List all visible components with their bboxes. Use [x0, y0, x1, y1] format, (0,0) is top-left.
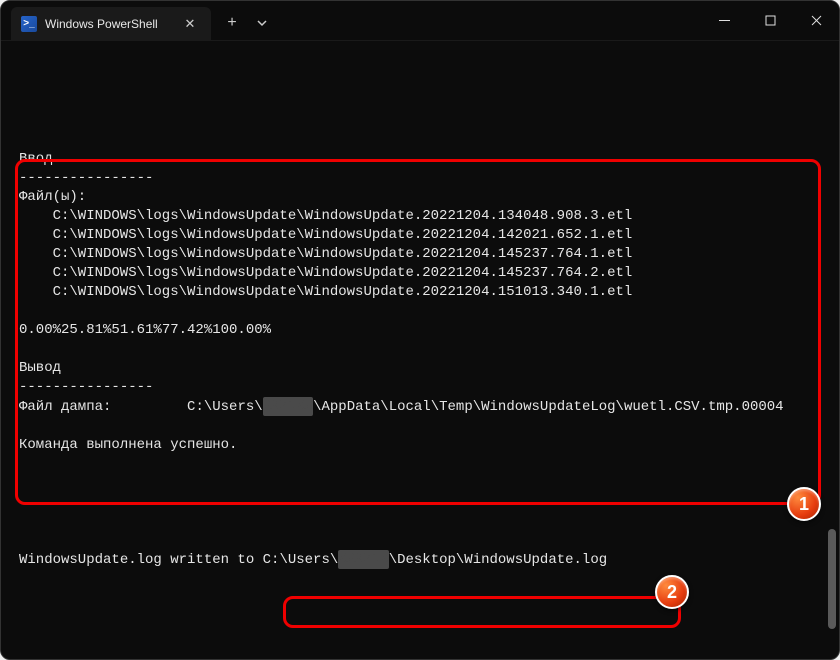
etl-file: C:\WINDOWS\logs\WindowsUpdate\WindowsUpd…	[19, 245, 821, 264]
dump-line: Файл дампа: C:\Users\XXXXXX\AppData\Loca…	[19, 397, 821, 417]
progress-line: 0.00%25.81%51.61%77.42%100.00%	[19, 321, 821, 340]
files-label: Файл(ы):	[19, 188, 821, 207]
terminal-output[interactable]: Ввод----------------Файл(ы):C:\WINDOWS\l…	[1, 41, 839, 659]
redacted-username: XXXXXX	[263, 397, 313, 416]
tab-powershell[interactable]: >_ Windows PowerShell ✕	[11, 7, 211, 41]
section-output-header: Вывод	[19, 359, 821, 378]
new-tab-button[interactable]: +	[217, 8, 247, 38]
minimize-button[interactable]	[701, 1, 747, 40]
powershell-icon: >_	[21, 16, 37, 32]
scrollbar-thumb[interactable]	[828, 529, 836, 629]
titlebar[interactable]: >_ Windows PowerShell ✕ +	[1, 1, 839, 41]
close-window-button[interactable]	[793, 1, 839, 40]
redacted-username: XXXXXX	[338, 550, 388, 569]
etl-file: C:\WINDOWS\logs\WindowsUpdate\WindowsUpd…	[19, 264, 821, 283]
terminal-window: >_ Windows PowerShell ✕ + Ввод----------…	[0, 0, 840, 660]
etl-file: C:\WINDOWS\logs\WindowsUpdate\WindowsUpd…	[19, 207, 821, 226]
divider: ----------------	[19, 378, 821, 397]
window-controls	[701, 1, 839, 40]
tab-menu-button[interactable]	[247, 8, 277, 38]
success-message: Команда выполнена успешно.	[19, 436, 821, 455]
etl-file: C:\WINDOWS\logs\WindowsUpdate\WindowsUpd…	[19, 226, 821, 245]
close-tab-button[interactable]: ✕	[181, 15, 199, 33]
written-line: WindowsUpdate.log written to C:\Users\XX…	[19, 552, 607, 568]
scrollbar[interactable]	[828, 49, 836, 653]
tab-title: Windows PowerShell	[45, 17, 158, 31]
section-input-header: Ввод	[19, 150, 821, 169]
divider: ----------------	[19, 169, 821, 188]
etl-file: C:\WINDOWS\logs\WindowsUpdate\WindowsUpd…	[19, 283, 821, 302]
maximize-button[interactable]	[747, 1, 793, 40]
